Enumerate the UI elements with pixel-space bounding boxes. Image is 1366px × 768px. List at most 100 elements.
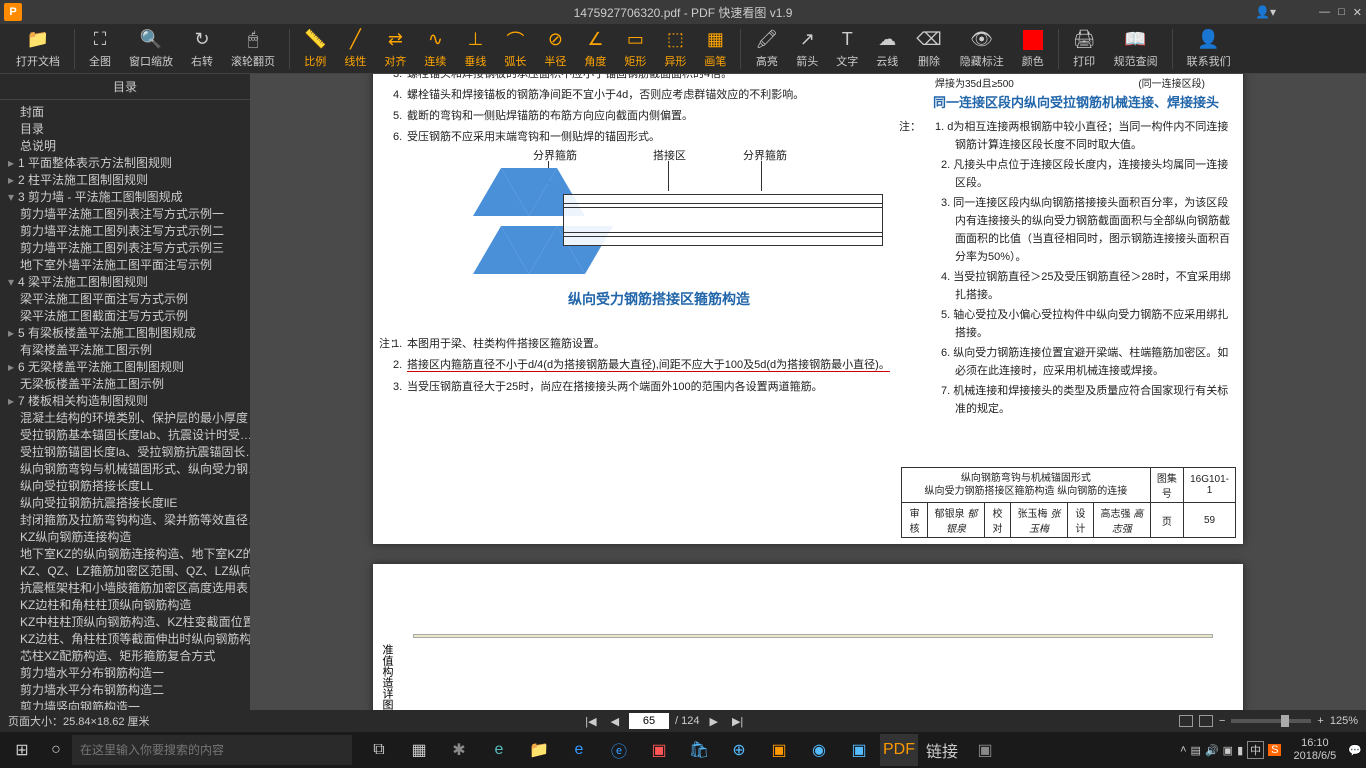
toc-item[interactable]: 无梁板楼盖平法施工图示例: [0, 376, 250, 393]
toc-item[interactable]: 地下室外墙平法施工图平面注写示例: [0, 257, 250, 274]
user-menu-icon[interactable]: 👤▾: [1255, 5, 1276, 19]
toc-item[interactable]: 纵向钢筋弯钩与机械锚固形式、纵向受力钢…: [0, 461, 250, 478]
tray-up-icon[interactable]: ˄: [1180, 744, 1186, 756]
tray-icon[interactable]: ▣: [1223, 744, 1233, 757]
tool-规范查阅[interactable]: 📖规范查阅: [1106, 27, 1166, 71]
toc-item[interactable]: 芯柱XZ配筋构造、矩形箍筋复合方式: [0, 648, 250, 665]
taskbar-app-icon[interactable]: ▣: [640, 734, 678, 766]
close-button[interactable]: ✕: [1353, 6, 1362, 19]
prev-page-button[interactable]: ◀: [607, 715, 623, 728]
toc-item[interactable]: 梁平法施工图截面注写方式示例: [0, 308, 250, 325]
tool-线性[interactable]: ╱线性: [336, 27, 374, 71]
document-viewport[interactable]: 3.螺栓锚头和焊接钢板的承压面积不应小于锚固钢筋截面面积的4倍。 4.螺栓锚头和…: [250, 74, 1366, 710]
toc-item[interactable]: 梁平法施工图平面注写方式示例: [0, 291, 250, 308]
tool-连续[interactable]: ∿连续: [416, 27, 454, 71]
tool-弧长[interactable]: ⌒弧长: [496, 27, 534, 71]
notifications-icon[interactable]: 💬: [1348, 744, 1362, 757]
taskbar-app-icon[interactable]: ◉: [800, 734, 838, 766]
taskbar-app-icon[interactable]: ⊕: [720, 734, 758, 766]
tool-画笔[interactable]: ▦画笔: [696, 27, 734, 71]
tool-全图[interactable]: ⛶全图: [81, 27, 119, 71]
toc-item[interactable]: ▾4 梁平法施工图制图规则: [0, 274, 250, 291]
toc-item[interactable]: 纵向受拉钢筋抗震搭接长度llE: [0, 495, 250, 512]
toc-item[interactable]: 抗震框架柱和小墙肢箍筋加密区高度选用表: [0, 580, 250, 597]
tool-右转[interactable]: ↻右转: [183, 27, 221, 71]
toc-item[interactable]: 剪力墙平法施工图列表注写方式示例三: [0, 240, 250, 257]
tool-窗口缩放[interactable]: 🔍窗口缩放: [121, 27, 181, 71]
tool-颜色[interactable]: 颜色: [1014, 27, 1052, 71]
toc-item[interactable]: 封面: [0, 104, 250, 121]
taskbar-search[interactable]: [72, 735, 352, 765]
tool-对齐[interactable]: ⇄对齐: [376, 27, 414, 71]
toc-item[interactable]: 受拉钢筋基本锚固长度lab、抗震设计时受…: [0, 427, 250, 444]
tool-滚轮翻页[interactable]: 🖱滚轮翻页: [223, 27, 283, 71]
toc-item[interactable]: ▾3 剪力墙 - 平法施工图制图规成: [0, 189, 250, 206]
toc-item[interactable]: 地下室KZ的纵向钢筋连接构造、地下室KZ的…: [0, 546, 250, 563]
ime-icon[interactable]: S: [1268, 744, 1281, 756]
toc-item[interactable]: ▸2 柱平法施工图制图规则: [0, 172, 250, 189]
toc-item[interactable]: KZ边柱和角柱柱顶纵向钢筋构造: [0, 597, 250, 614]
tool-文字[interactable]: T文字: [828, 27, 866, 71]
toc-item[interactable]: ▸5 有梁板楼盖平法施工图制图规成: [0, 325, 250, 342]
folder-icon[interactable]: 📁: [520, 734, 558, 766]
toc-item[interactable]: 混凝土结构的环境类别、保护层的最小厚度: [0, 410, 250, 427]
taskbar-app-icon[interactable]: ▣: [966, 734, 1004, 766]
toc-item[interactable]: 受拉钢筋锚固长度la、受拉钢筋抗震锚固长…: [0, 444, 250, 461]
toc-item[interactable]: KZ边柱、角柱柱顶等截面伸出时纵向钢筋构…: [0, 631, 250, 648]
toc-item[interactable]: 剪力墙竖向钢筋构造一: [0, 699, 250, 710]
battery-icon[interactable]: ▮: [1237, 744, 1243, 757]
store-icon[interactable]: 🛍: [680, 734, 718, 766]
taskbar-app-icon[interactable]: ✱: [440, 734, 478, 766]
ie-icon[interactable]: ⓔ: [600, 734, 638, 766]
cortana-icon[interactable]: ○: [40, 741, 72, 759]
toc-item[interactable]: ▸1 平面整体表示方法制图规则: [0, 155, 250, 172]
zoom-slider[interactable]: [1231, 719, 1311, 723]
zoom-in-button[interactable]: +: [1317, 715, 1323, 727]
tray-icon[interactable]: ▤: [1191, 744, 1201, 757]
toc-item[interactable]: KZ、QZ、LZ箍筋加密区范围、QZ、LZ纵向钢…: [0, 563, 250, 580]
tool-矩形[interactable]: ▭矩形: [616, 27, 654, 71]
tool-联系我们[interactable]: 👤联系我们: [1179, 27, 1239, 71]
tool-角度[interactable]: ∠角度: [576, 27, 614, 71]
taskbar-app-icon[interactable]: ▣: [760, 734, 798, 766]
tool-隐藏标注[interactable]: 👁隐藏标注: [952, 27, 1012, 71]
ime-indicator[interactable]: 中: [1247, 741, 1264, 759]
toc-item[interactable]: 剪力墙水平分布钢筋构造二: [0, 682, 250, 699]
toc-item[interactable]: 纵向受拉钢筋搭接长度LL: [0, 478, 250, 495]
next-page-button[interactable]: ▶: [706, 715, 722, 728]
toc-item[interactable]: 剪力墙平法施工图列表注写方式示例一: [0, 206, 250, 223]
toc-item[interactable]: 剪力墙平法施工图列表注写方式示例二: [0, 223, 250, 240]
volume-icon[interactable]: 🔊: [1205, 744, 1219, 757]
tool-删除[interactable]: ⌫删除: [908, 27, 949, 71]
tool-打开文档[interactable]: 📁打开文档: [8, 27, 68, 71]
toc-item[interactable]: ▸7 楼板相关构造制图规则: [0, 393, 250, 410]
toc-item[interactable]: 剪力墙水平分布钢筋构造一: [0, 665, 250, 682]
tool-比例[interactable]: 📏比例: [296, 27, 334, 71]
tool-云线[interactable]: ☁云线: [868, 27, 906, 71]
zoom-out-button[interactable]: −: [1219, 715, 1225, 727]
task-view-icon[interactable]: ⧉: [360, 734, 398, 766]
toc-item[interactable]: 封闭箍筋及拉筋弯钩构造、梁并筋等效直径…: [0, 512, 250, 529]
tool-异形[interactable]: ⬚异形: [656, 27, 694, 71]
toc-item[interactable]: ▸6 无梁楼盖平法施工图制图规则: [0, 359, 250, 376]
toc-item[interactable]: 总说明: [0, 138, 250, 155]
edge-icon[interactable]: e: [560, 734, 598, 766]
maximize-button[interactable]: □: [1338, 6, 1345, 19]
tool-打印[interactable]: 🖨打印: [1065, 27, 1104, 71]
toc-item[interactable]: KZ中柱柱顶纵向钢筋构造、KZ柱变截面位置…: [0, 614, 250, 631]
taskbar-app-icon[interactable]: ▦: [400, 734, 438, 766]
tool-高亮[interactable]: 🖍高亮: [747, 27, 786, 71]
view-double-icon[interactable]: [1199, 715, 1213, 727]
start-button[interactable]: ⊞: [4, 734, 40, 766]
taskbar-app-icon[interactable]: PDF: [880, 734, 918, 766]
last-page-button[interactable]: ▶|: [728, 715, 747, 728]
view-single-icon[interactable]: [1179, 715, 1193, 727]
first-page-button[interactable]: |◀: [581, 715, 600, 728]
tool-垂线[interactable]: ⊥垂线: [456, 27, 494, 71]
page-number-input[interactable]: [629, 713, 669, 729]
tool-半径[interactable]: ⊘半径: [536, 27, 574, 71]
taskbar-clock[interactable]: 16:10 2018/6/5: [1293, 737, 1336, 763]
toc-item[interactable]: 目录: [0, 121, 250, 138]
tool-箭头[interactable]: ↗箭头: [788, 27, 826, 71]
toc-item[interactable]: KZ纵向钢筋连接构造: [0, 529, 250, 546]
